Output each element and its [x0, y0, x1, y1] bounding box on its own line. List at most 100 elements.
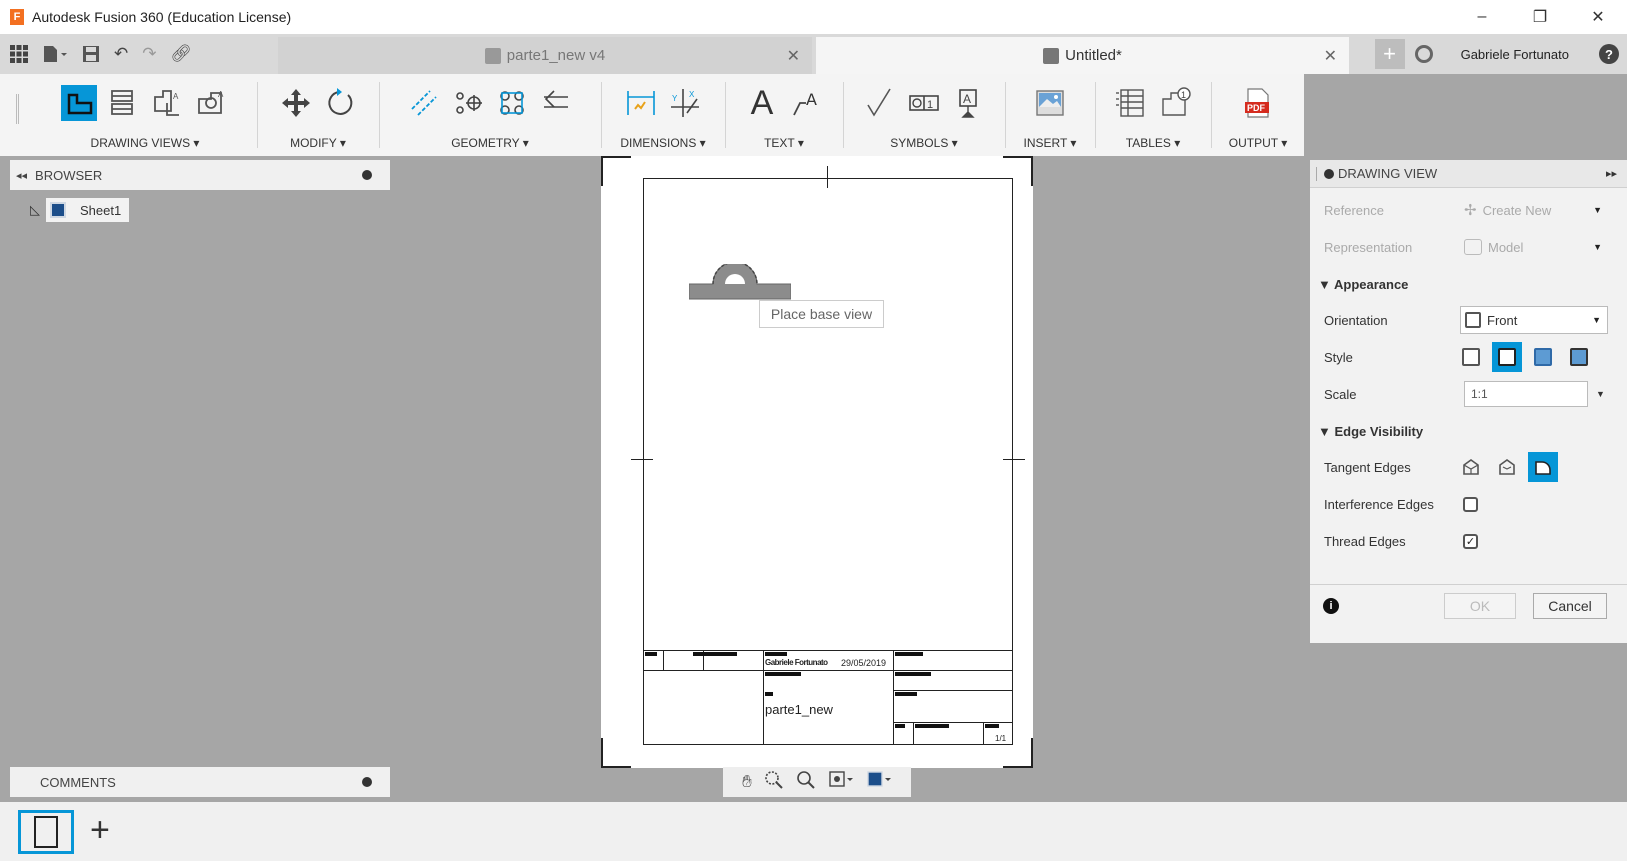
redo-icon[interactable]: ↷ [142, 44, 156, 64]
orientation-select[interactable]: Front ▼ [1460, 306, 1608, 334]
thread-edges-checkbox[interactable]: ✓ [1463, 533, 1478, 549]
minimize-button[interactable]: – [1453, 0, 1511, 34]
close-window-button[interactable]: ✕ [1569, 0, 1627, 34]
style-shaded-button[interactable] [1528, 342, 1558, 372]
text-icon[interactable]: A [744, 84, 780, 122]
surface-texture-icon[interactable] [862, 85, 898, 121]
orientation-value: Front [1487, 312, 1518, 328]
add-comment-icon[interactable] [362, 777, 372, 787]
dialog-grip[interactable] [1316, 166, 1318, 181]
base-view-icon[interactable] [61, 85, 97, 121]
window-title: Autodesk Fusion 360 (Education License) [32, 9, 292, 25]
browser-pin-icon[interactable] [362, 170, 372, 180]
drawing-view-header[interactable]: DRAWING VIEW ▸▸ [1310, 160, 1627, 188]
edge-visibility-header[interactable]: ▼ Edge Visibility [1318, 424, 1423, 439]
style-visible-edges-button[interactable] [1456, 342, 1486, 372]
dimensions-label[interactable]: DIMENSIONS ▾ [602, 136, 724, 150]
comments-panel-header[interactable]: COMMENTS [10, 767, 390, 797]
undo-icon[interactable]: ↶ [114, 44, 128, 64]
tables-label[interactable]: TABLES ▾ [1096, 136, 1210, 150]
user-name[interactable]: Gabriele Fortunato [1461, 47, 1569, 62]
move-icon[interactable] [278, 85, 314, 121]
reference-value: Create New [1482, 202, 1552, 218]
tab-parte1-new[interactable]: parte1_new v4 ✕ [278, 37, 812, 74]
orientation-row: Orientation Front ▼ [1310, 304, 1627, 336]
cancel-button[interactable]: Cancel [1533, 593, 1607, 619]
centerline-icon[interactable] [406, 85, 442, 121]
geometry-label[interactable]: GEOMETRY ▾ [380, 136, 600, 150]
feature-control-frame-icon[interactable]: 1 [906, 85, 942, 121]
output-label[interactable]: OUTPUT ▾ [1212, 136, 1304, 150]
sheet-thumbnail[interactable] [18, 810, 74, 854]
tangent-full-icon [1463, 459, 1479, 475]
tangent-edges-options [1456, 452, 1564, 482]
sheet1-item[interactable]: Sheet1 [46, 198, 130, 222]
interference-edges-checkbox[interactable] [1463, 496, 1478, 512]
apps-grid-icon[interactable] [10, 45, 28, 63]
insert-label[interactable]: INSERT ▾ [1006, 136, 1094, 150]
ordinate-dimension-icon[interactable]: YX [667, 85, 703, 121]
restore-button[interactable]: ❐ [1511, 0, 1569, 34]
zoom-icon[interactable] [796, 770, 816, 795]
tab-close-icon[interactable]: ✕ [1324, 46, 1337, 66]
center-mark-pattern-icon[interactable] [494, 85, 530, 121]
datum-identifier-icon[interactable]: A [950, 85, 986, 121]
tangent-short-button[interactable] [1492, 452, 1522, 482]
sheet-settings-icon[interactable] [866, 770, 892, 795]
rotate-icon[interactable] [322, 85, 358, 121]
new-tab-button[interactable]: + [1374, 39, 1405, 69]
pan-icon[interactable]: ✋︎ [742, 772, 752, 792]
sheet-bar: + [0, 802, 1627, 861]
save-icon[interactable] [82, 45, 100, 63]
insert-image-icon[interactable] [1032, 85, 1068, 121]
tab-untitled[interactable]: Untitled* ✕ [816, 37, 1349, 74]
tb-line [763, 650, 764, 745]
dimension-icon[interactable] [623, 85, 659, 121]
expand-dialog-icon[interactable]: ▸▸ [1606, 167, 1617, 180]
file-menu-icon[interactable] [42, 45, 68, 63]
help-icon[interactable]: ? [1599, 44, 1619, 64]
collapse-browser-icon[interactable]: ◂◂ [16, 169, 27, 182]
info-icon[interactable]: i [1323, 598, 1339, 614]
base-view-preview[interactable] [689, 264, 791, 300]
browser-panel-header[interactable]: ◂◂ BROWSER [10, 160, 390, 190]
style-hidden-edges-button[interactable] [1492, 342, 1522, 372]
balloon-icon[interactable]: 1 [1157, 85, 1193, 121]
pdf-export-icon[interactable]: PDF [1240, 85, 1276, 121]
representation-select: Model ▼ [1460, 233, 1608, 261]
edge-extension-icon[interactable] [538, 85, 574, 121]
scale-input[interactable]: 1:1 [1464, 381, 1588, 407]
browser-tree-item[interactable]: ◺ Sheet1 [30, 198, 130, 222]
detail-view-icon[interactable]: A [193, 85, 229, 121]
expand-toggle-icon[interactable]: ◺ [30, 202, 40, 218]
drawing-views-label[interactable]: DRAWING VIEWS ▾ [34, 136, 256, 150]
comments-title: COMMENTS [40, 774, 116, 790]
projected-view-icon[interactable] [105, 85, 141, 121]
style-shaded-hidden-button[interactable] [1564, 342, 1594, 372]
zoom-window-icon[interactable] [764, 770, 784, 795]
display-settings-icon[interactable] [828, 770, 854, 795]
symbols-label[interactable]: SYMBOLS ▾ [844, 136, 1004, 150]
tangent-off-button[interactable] [1528, 452, 1558, 482]
scale-dropdown-icon[interactable]: ▼ [1596, 389, 1605, 399]
add-sheet-button[interactable]: + [90, 812, 110, 848]
text-label[interactable]: TEXT ▾ [726, 136, 842, 150]
appearance-section[interactable]: ▼ Appearance [1310, 268, 1627, 300]
appearance-header[interactable]: ▼ Appearance [1318, 277, 1408, 292]
center-mark-icon[interactable] [450, 85, 486, 121]
interference-edges-row: Interference Edges [1310, 488, 1627, 520]
job-status-icon[interactable] [1414, 45, 1433, 63]
section-view-icon[interactable]: A [149, 85, 185, 121]
table-icon[interactable] [1113, 85, 1149, 121]
drawing-sheet[interactable]: Place base view Gabriele Fortunato 29/05… [601, 156, 1033, 768]
leader-text-icon[interactable]: A [788, 85, 824, 121]
tb-line [893, 690, 1013, 691]
link-icon[interactable]: 🔗︎ [171, 44, 193, 64]
modify-label[interactable]: MODIFY ▾ [258, 136, 378, 150]
tab-bar: ↶ ↷ 🔗︎ parte1_new v4 ✕ Untitled* ✕ + Gab… [0, 34, 1627, 74]
dialog-pin-icon[interactable] [1324, 168, 1334, 179]
tangent-full-length-button[interactable] [1456, 452, 1486, 482]
ok-button[interactable]: OK [1444, 593, 1516, 619]
tab-close-icon[interactable]: ✕ [787, 46, 800, 66]
edge-visibility-section[interactable]: ▼ Edge Visibility [1310, 415, 1627, 447]
